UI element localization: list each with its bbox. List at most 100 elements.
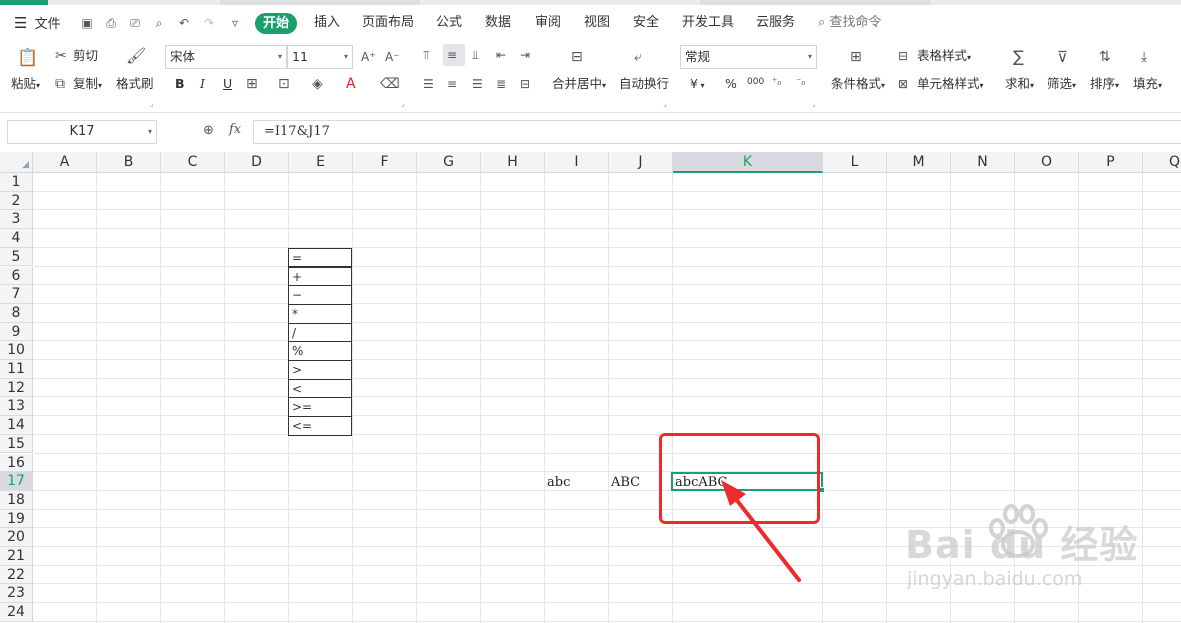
column-header-N[interactable]: N xyxy=(951,152,1015,173)
row-header-2[interactable]: 2 xyxy=(0,191,33,211)
operator-cell[interactable]: < xyxy=(288,378,352,399)
bold-button[interactable]: B xyxy=(175,75,185,93)
select-all-corner[interactable]: ◢ xyxy=(0,152,33,173)
cell-style-button[interactable]: 单元格样式▾ xyxy=(917,75,984,95)
fx-icon[interactable]: fx xyxy=(229,122,241,137)
operator-cell[interactable]: >= xyxy=(288,397,352,418)
row-header-17[interactable]: 17 xyxy=(0,472,33,491)
underline-button[interactable]: U xyxy=(223,75,232,93)
row-header-21[interactable]: 21 xyxy=(0,547,33,566)
file-menu[interactable]: ☰ 文件 xyxy=(14,5,61,41)
column-header-F[interactable]: F xyxy=(353,152,417,173)
operator-cell[interactable]: + xyxy=(288,266,352,287)
column-header-O[interactable]: O xyxy=(1015,152,1079,173)
font-size-select[interactable]: 11 ▾ xyxy=(287,45,353,69)
print-preview-icon[interactable]: ⌕ xyxy=(152,16,166,30)
sum-button[interactable]: 求和▾ xyxy=(1005,75,1034,95)
column-header-K[interactable]: K xyxy=(673,152,823,173)
copy-button[interactable]: 复制▾ xyxy=(73,75,102,95)
operator-cell[interactable]: = xyxy=(288,247,352,268)
row-header-5[interactable]: 5 xyxy=(0,247,33,267)
align-top-icon[interactable]: ⫪ xyxy=(423,46,430,64)
row-header-3[interactable]: 3 xyxy=(0,210,33,230)
decrease-decimal-icon[interactable]: ⁻₀ xyxy=(796,74,805,92)
column-header-J[interactable]: J xyxy=(609,152,673,173)
command-search[interactable]: ⌕ 查找命令 xyxy=(818,5,881,41)
formula-input[interactable]: =I17&J17 xyxy=(253,120,1181,144)
increase-decimal-icon[interactable]: ⁺₀ xyxy=(772,74,781,92)
tab-security[interactable]: 安全 xyxy=(633,5,659,41)
row-header-15[interactable]: 15 xyxy=(0,434,33,454)
column-header-G[interactable]: G xyxy=(417,152,481,173)
increase-font-icon[interactable]: A⁺ xyxy=(361,48,376,66)
undo-icon[interactable]: ↶ xyxy=(177,16,191,30)
operator-cell[interactable]: > xyxy=(288,360,352,380)
align-right-icon[interactable]: ☰ xyxy=(472,75,483,93)
row-header-14[interactable]: 14 xyxy=(0,416,33,435)
row-header-24[interactable]: 24 xyxy=(0,603,33,622)
alignment-group-corner[interactable]: ⌟ xyxy=(663,99,667,108)
format-painter-button[interactable]: 格式刷 xyxy=(116,75,154,93)
paste-icon[interactable]: 📋 xyxy=(17,49,38,67)
tab-review[interactable]: 审阅 xyxy=(535,5,561,41)
operator-cell[interactable]: <= xyxy=(288,416,352,436)
percent-button[interactable]: % xyxy=(725,75,737,93)
row-header-12[interactable]: 12 xyxy=(0,378,33,398)
column-header-A[interactable]: A xyxy=(33,152,97,173)
thousands-separator-button[interactable]: 000 xyxy=(747,73,764,91)
border-icon[interactable]: ⊞ xyxy=(246,75,258,93)
sort-button[interactable]: 排序▾ xyxy=(1090,75,1119,95)
justify-icon[interactable]: ≣ xyxy=(496,75,506,93)
filter-button[interactable]: 筛选▾ xyxy=(1047,75,1076,95)
paste-button[interactable]: 粘贴▾ xyxy=(11,75,40,95)
row-header-19[interactable]: 19 xyxy=(0,509,33,529)
decrease-indent-icon[interactable]: ⇤ xyxy=(496,46,506,64)
column-header-Q[interactable]: Q xyxy=(1143,152,1181,173)
row-header-9[interactable]: 9 xyxy=(0,322,33,342)
cell-J17[interactable]: ABC xyxy=(611,475,640,490)
decrease-font-icon[interactable]: A⁻ xyxy=(385,48,400,66)
row-header-13[interactable]: 13 xyxy=(0,397,33,417)
row-header-7[interactable]: 7 xyxy=(0,285,33,304)
tab-view[interactable]: 视图 xyxy=(584,5,610,41)
number-format-select[interactable]: 常规 ▾ xyxy=(680,45,817,69)
eraser-icon[interactable]: ⌫ xyxy=(380,75,400,93)
wrap-text-button[interactable]: 自动换行 xyxy=(619,75,669,93)
fill-button[interactable]: 填充▾ xyxy=(1133,75,1162,95)
fill-pattern-icon[interactable]: ⊡ xyxy=(278,75,290,93)
tab-home[interactable]: 开始 xyxy=(255,13,297,34)
row-header-22[interactable]: 22 xyxy=(0,565,33,585)
merge-center-button[interactable]: 合并居中▾ xyxy=(552,75,606,95)
export-pdf-icon[interactable]: ⎙ xyxy=(104,16,118,30)
row-header-23[interactable]: 23 xyxy=(0,584,33,604)
row-header-16[interactable]: 16 xyxy=(0,453,33,473)
column-header-I[interactable]: I xyxy=(545,152,609,173)
tab-developer[interactable]: 开发工具 xyxy=(682,5,734,41)
tab-page-layout[interactable]: 页面布局 xyxy=(362,5,414,41)
currency-button[interactable]: ¥ ▾ xyxy=(690,75,705,95)
cell-I17[interactable]: abc xyxy=(547,475,570,490)
zoom-icon[interactable]: ⊕ xyxy=(203,123,214,138)
italic-button[interactable]: I xyxy=(200,75,205,93)
tab-formulas[interactable]: 公式 xyxy=(436,5,462,41)
column-header-C[interactable]: C xyxy=(161,152,225,173)
increase-indent-icon[interactable]: ⇥ xyxy=(520,46,530,64)
redo-icon[interactable]: ↷ xyxy=(202,16,216,30)
column-header-E[interactable]: E xyxy=(289,152,353,173)
font-group-corner[interactable]: ⌟ xyxy=(401,99,405,108)
row-header-18[interactable]: 18 xyxy=(0,490,33,510)
column-header-H[interactable]: H xyxy=(481,152,545,173)
print-icon[interactable]: ⎚ xyxy=(128,16,142,30)
tab-cloud-service[interactable]: 云服务 xyxy=(756,5,795,41)
operator-cell[interactable]: % xyxy=(288,341,352,361)
table-style-button[interactable]: 表格样式▾ xyxy=(917,47,971,67)
column-header-M[interactable]: M xyxy=(887,152,951,173)
font-color-icon[interactable]: A xyxy=(346,75,356,93)
quick-access-dropdown-icon[interactable]: ▿ xyxy=(228,16,242,30)
column-header-D[interactable]: D xyxy=(225,152,289,173)
row-header-11[interactable]: 11 xyxy=(0,360,33,379)
column-header-P[interactable]: P xyxy=(1079,152,1143,173)
conditional-format-button[interactable]: 条件格式▾ xyxy=(831,75,885,95)
fill-color-icon[interactable]: ◈ xyxy=(312,75,323,93)
operator-cell[interactable]: − xyxy=(288,285,352,305)
